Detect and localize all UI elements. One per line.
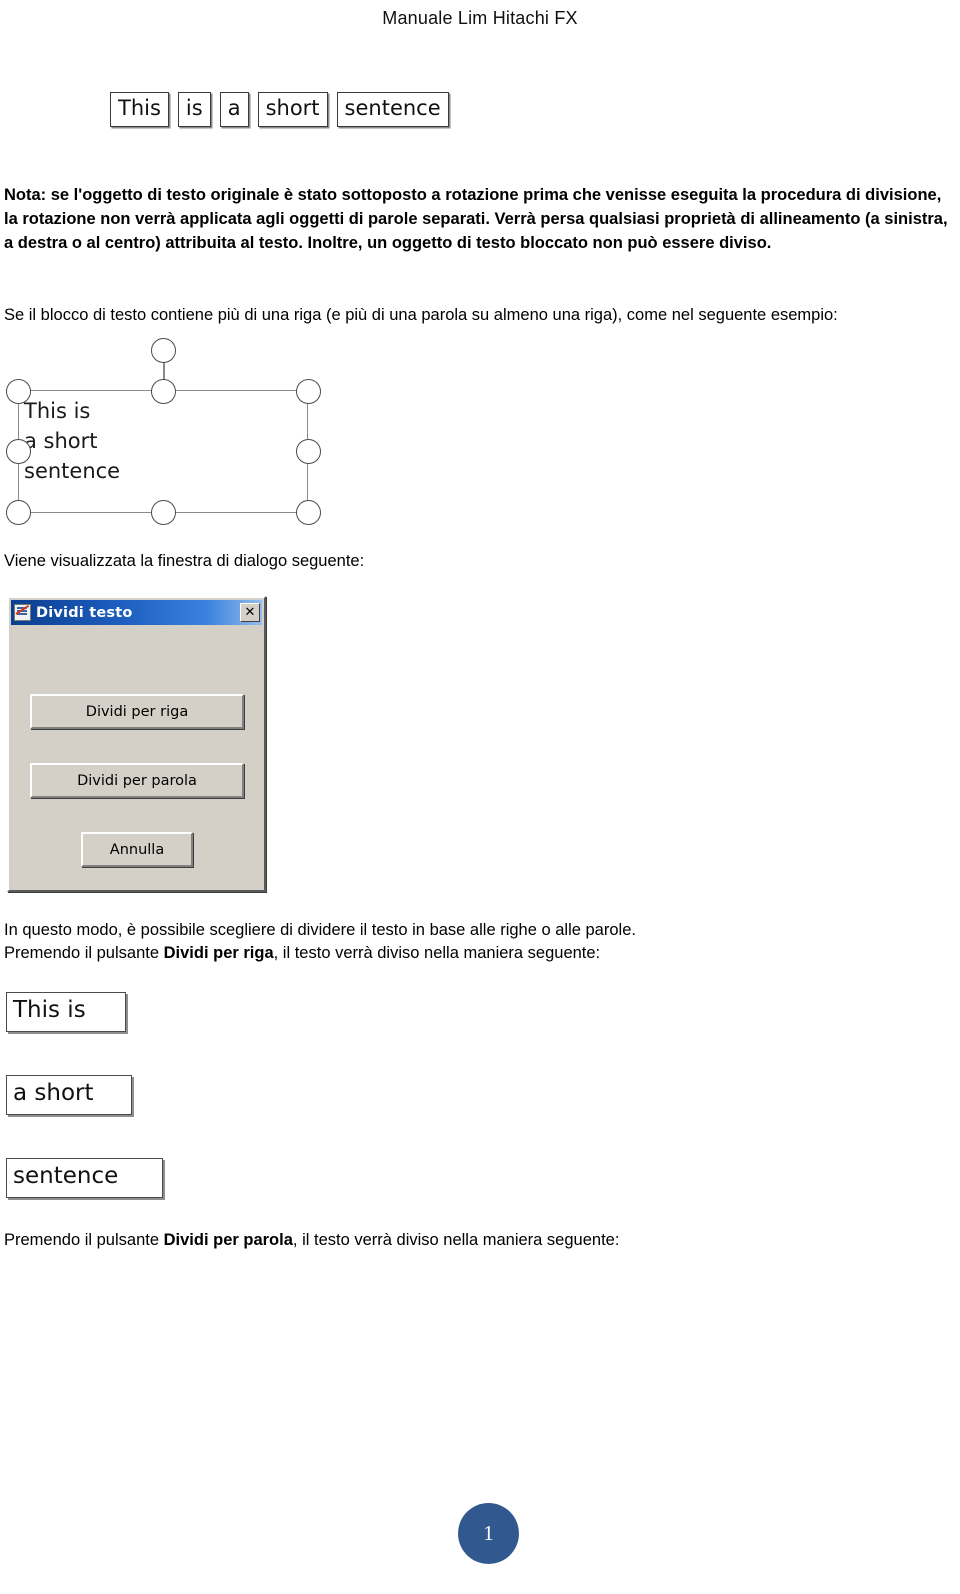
dialog-title: Dividi testo [36,604,133,621]
resize-handle-bottom-left[interactable] [6,500,31,525]
premendo-riga-paragraph: Premendo il pulsante Dividi per riga, il… [4,941,948,965]
document-pencil-icon [14,604,31,621]
explanation-paragraph: In questo modo, è possibile scegliere di… [4,921,636,939]
premendo-parola-paragraph: Premendo il pulsante Dividi per parola, … [4,1228,948,1252]
premendo-parola-button-name: Dividi per parola [163,1231,293,1249]
premendo-riga-text-a: Premendo il pulsante [4,944,164,962]
resize-handle-top-center[interactable] [151,379,176,404]
dialog-title-bar: Dividi testo ✕ [11,600,262,625]
page-header-title: Manuale Lim Hitachi FX [382,8,578,28]
close-icon[interactable]: ✕ [240,603,260,622]
annulla-button[interactable]: Annulla [81,832,193,867]
word-box: a [219,92,249,127]
premendo-parola-text-b: , il testo verrà diviso nella maniera se… [292,1231,620,1249]
resize-handle-top-left[interactable] [6,379,31,404]
dialog-intro-paragraph: Viene visualizzata la finestra di dialog… [4,552,365,570]
page-number-badge: 1 [458,1503,519,1564]
premendo-riga-button-name: Dividi per riga [163,944,274,962]
resize-handle-bottom-right[interactable] [296,500,321,525]
note-paragraph: Nota: se l'oggetto di testo originale è … [4,186,948,252]
result-line-box: sentence [6,1158,163,1198]
selection-text-line-2: a short [24,429,98,453]
result-line-box: a short [6,1075,132,1115]
resize-handle-top-right[interactable] [296,379,321,404]
dividi-per-parola-button[interactable]: Dividi per parola [30,763,244,798]
rotation-handle-icon[interactable] [151,338,176,363]
resize-handle-bottom-center[interactable] [151,500,176,525]
word-box: sentence [336,92,449,127]
selection-text-line-3: sentence [24,459,121,483]
premendo-parola-text-a: Premendo il pulsante [4,1231,164,1249]
dialog-body: Dividi per riga Dividi per parola Annull… [9,625,264,892]
word-boxes-illustration: This is a short sentence [110,92,449,127]
resize-handle-middle-left[interactable] [6,439,31,464]
word-box: is [177,92,211,127]
dividi-per-riga-button[interactable]: Dividi per riga [30,694,244,729]
selected-textbox-illustration: This is a short sentence [0,330,340,530]
dividi-testo-dialog: Dividi testo ✕ Dividi per riga Dividi pe… [7,596,266,892]
selection-text-line-1: This is [24,399,91,423]
word-box: This [110,92,169,127]
resize-handle-middle-right[interactable] [296,439,321,464]
premendo-riga-text-b: , il testo verrà diviso nella maniera se… [273,944,601,962]
word-box: short [257,92,328,127]
multiline-intro-paragraph: Se il blocco di testo contiene più di un… [4,306,838,324]
result-line-box: This is [6,992,126,1032]
